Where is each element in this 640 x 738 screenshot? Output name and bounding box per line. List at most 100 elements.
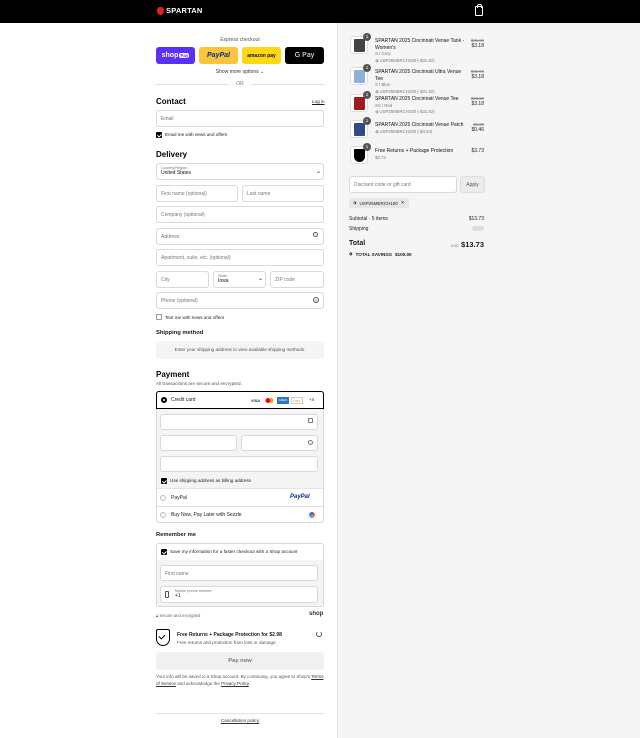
amazon-pay-button[interactable]: amazon pay — [242, 47, 281, 64]
sale-price: $3.73 — [471, 148, 484, 154]
product-name: SPARTAN 2025 Cincinnati Venue Tee — [375, 96, 459, 102]
product-thumbnail: 1 — [350, 143, 371, 164]
product-info: SPARTAN 2025 Cincinnati Venue Tee XS / Re… — [375, 96, 465, 116]
chevron-down-icon: ⌄ — [316, 169, 322, 175]
address-field[interactable]: Address — [156, 228, 324, 245]
footer-divider — [156, 713, 324, 714]
quantity-badge: 1 — [363, 33, 371, 41]
city-field[interactable]: City — [156, 271, 209, 288]
discover-icon: DISC — [291, 397, 303, 404]
product-price: $35.00 $3.18 — [471, 69, 484, 80]
protection-description: Free returns and protection from loss or… — [177, 640, 277, 645]
quantity-badge: 1 — [363, 143, 371, 151]
product-thumbnail: 1 — [350, 91, 371, 112]
amex-icon: AMEX — [277, 397, 289, 404]
delivery-heading: Delivery — [156, 150, 188, 159]
quantity-badge: 1 — [363, 117, 371, 125]
help-icon[interactable]: ? — [313, 297, 319, 303]
radio-icon[interactable] — [160, 512, 166, 518]
state-value: Iowa — [218, 278, 229, 284]
spartan-helmet-icon — [157, 6, 164, 15]
product-name: SPARTAN 2025 Cincinnati Ultra Venue Tee — [375, 69, 462, 82]
google-pay-button[interactable]: G Pay — [285, 47, 324, 64]
company-field[interactable]: Company (optional) — [156, 206, 324, 223]
expiration-field[interactable] — [160, 435, 237, 451]
discount-code: USP25MERCH100 (-$31.82) — [379, 88, 435, 94]
discount-tag: ⬗ USP25MERCH100 ✕ — [349, 198, 409, 208]
login-link[interactable]: Log in — [312, 99, 325, 104]
mobile-phone-field[interactable]: Mobile phone number +1 — [160, 586, 318, 603]
save-info-label: Save my information for a faster checkou… — [170, 549, 298, 554]
product-image — [354, 39, 365, 52]
quantity-badge: 1 — [363, 64, 371, 72]
sezzle-label[interactable]: Buy Now, Pay Later with Sezzle — [171, 512, 242, 518]
close-icon[interactable]: ✕ — [401, 200, 405, 206]
show-more-options-link[interactable]: Show more options ⌄ — [156, 69, 324, 75]
discount-code-text: USP25MERCH100 — [359, 200, 398, 206]
savings-value: $100.00 — [394, 251, 412, 257]
subtotal-label: Subtotal · 5 items — [349, 216, 388, 222]
legal-and: and acknowledge the — [177, 680, 220, 686]
country-select[interactable]: Country/Region United States — [156, 163, 324, 180]
product-info: SPARTAN 2025 Cincinnati Venue Tank - Wom… — [375, 38, 465, 64]
phone-field[interactable]: Phone (optional) — [156, 292, 324, 309]
spartan-logo[interactable]: SPARTAN — [157, 6, 203, 15]
billing-address-checkbox[interactable] — [161, 478, 167, 484]
product-variant: $3.73 — [375, 154, 386, 160]
apply-button[interactable]: Apply — [460, 176, 485, 193]
security-code-field[interactable] — [241, 435, 318, 451]
pay-now-button[interactable]: Pay now — [156, 652, 324, 670]
email-news-checkbox[interactable] — [156, 132, 162, 138]
sale-price: $0.46 — [471, 127, 484, 133]
shop-pay-button[interactable]: shop Pay — [156, 47, 195, 64]
zip-field[interactable]: ZIP code — [270, 271, 324, 288]
paypal-express-button[interactable]: PayPal — [199, 47, 238, 64]
product-thumbnail: 1 — [350, 117, 371, 138]
name-on-card-field[interactable] — [160, 456, 318, 472]
first-name-field[interactable]: First name — [160, 565, 318, 581]
discount-code-field[interactable]: Discount code or gift card — [349, 176, 457, 193]
discount-code: USP25MERCH100 (-$4.54) — [379, 128, 433, 134]
express-checkout-title: Express checkout — [220, 37, 260, 43]
product-info: SPARTAN 2025 Cincinnati Venue Patch ⬗ USP… — [375, 122, 465, 135]
paypal-label[interactable]: PayPal — [171, 495, 187, 501]
shipping-value-placeholder — [472, 226, 484, 231]
shop-logo-icon: shop — [309, 611, 324, 617]
radio-icon[interactable] — [160, 495, 166, 501]
remember-me-heading: Remember me — [156, 532, 196, 538]
discount-code: USP25MERCH100 (-$31.82) — [379, 109, 435, 114]
credit-card-label: Credit card — [171, 397, 196, 403]
text-news-checkbox[interactable] — [156, 314, 162, 320]
shopping-bag-icon[interactable] — [475, 4, 483, 16]
legal-end: . — [248, 680, 251, 686]
billing-address-label: Use shipping address as billing address — [170, 478, 251, 483]
last-name-field[interactable]: Last name — [242, 185, 324, 202]
email-field[interactable]: Email — [156, 110, 324, 127]
card-number-field[interactable] — [160, 414, 318, 430]
product-image — [354, 123, 365, 136]
radio-selected-icon[interactable] — [161, 397, 167, 403]
shipping-label: Shipping — [349, 226, 369, 232]
sezzle-logo-icon — [309, 512, 315, 518]
shield-icon — [354, 149, 365, 162]
product-image — [354, 70, 365, 83]
privacy-policy-link[interactable]: Privacy Policy — [221, 681, 249, 686]
apartment-field[interactable]: Apartment, suite, etc. (optional) — [156, 249, 324, 266]
currency-label: USD — [450, 243, 459, 248]
product-price: $35.00 $3.18 — [471, 96, 484, 107]
top-bar — [0, 0, 640, 23]
cancellation-policy-link[interactable]: Cancellation policy — [156, 718, 324, 723]
save-info-checkbox[interactable] — [161, 549, 167, 555]
search-icon — [313, 232, 318, 237]
contact-heading: Contact — [156, 97, 186, 106]
chevron-down-icon: ⌄ — [260, 69, 265, 75]
secure-text: Secure and encrypted — [159, 613, 201, 618]
shop-pay-text: shop — [161, 52, 179, 59]
brand-text: SPARTAN — [166, 6, 203, 15]
help-icon[interactable] — [308, 440, 313, 445]
first-name-field[interactable]: First name (optional) — [156, 185, 238, 202]
product-discount: ⬗ USP25MERCH100 (-$4.54) — [375, 128, 433, 134]
product-thumbnail: 1 — [350, 33, 371, 54]
product-info: Free Returns + Package Protection $3.73 — [375, 148, 465, 161]
show-more-text: Show more options — [215, 69, 259, 75]
